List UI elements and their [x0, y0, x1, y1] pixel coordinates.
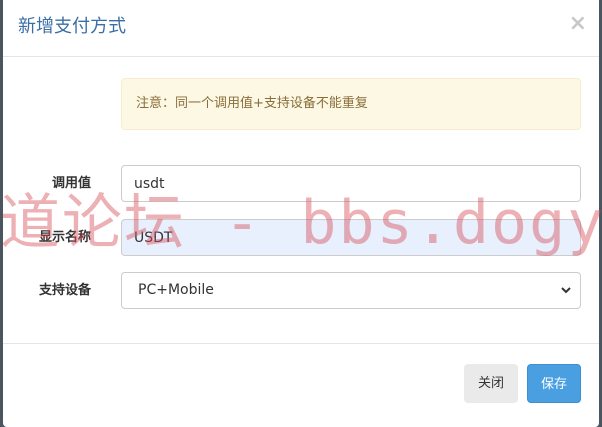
add-payment-modal: 新增支付方式 × 注意：同一个调用值+支持设备不能重复 调用值 显示名称 支持设…: [3, 0, 599, 427]
modal-header: 新增支付方式 ×: [3, 0, 599, 57]
chevron-down-icon: [561, 287, 571, 294]
save-button[interactable]: 保存: [527, 364, 581, 403]
device-select-value: PC+Mobile: [138, 282, 214, 298]
display-name-input[interactable]: [121, 219, 581, 256]
device-label: 支持设备: [38, 283, 91, 298]
call-value-label: 调用值: [51, 176, 91, 191]
close-icon[interactable]: ×: [569, 12, 587, 36]
device-select[interactable]: PC+Mobile: [121, 272, 581, 309]
display-name-label: 显示名称: [38, 230, 91, 245]
warning-notice: 注意：同一个调用值+支持设备不能重复: [121, 78, 581, 130]
modal-title: 新增支付方式: [18, 16, 126, 37]
call-value-input[interactable]: [121, 165, 581, 202]
close-button[interactable]: 关闭: [464, 364, 518, 403]
footer-divider: [3, 343, 599, 344]
